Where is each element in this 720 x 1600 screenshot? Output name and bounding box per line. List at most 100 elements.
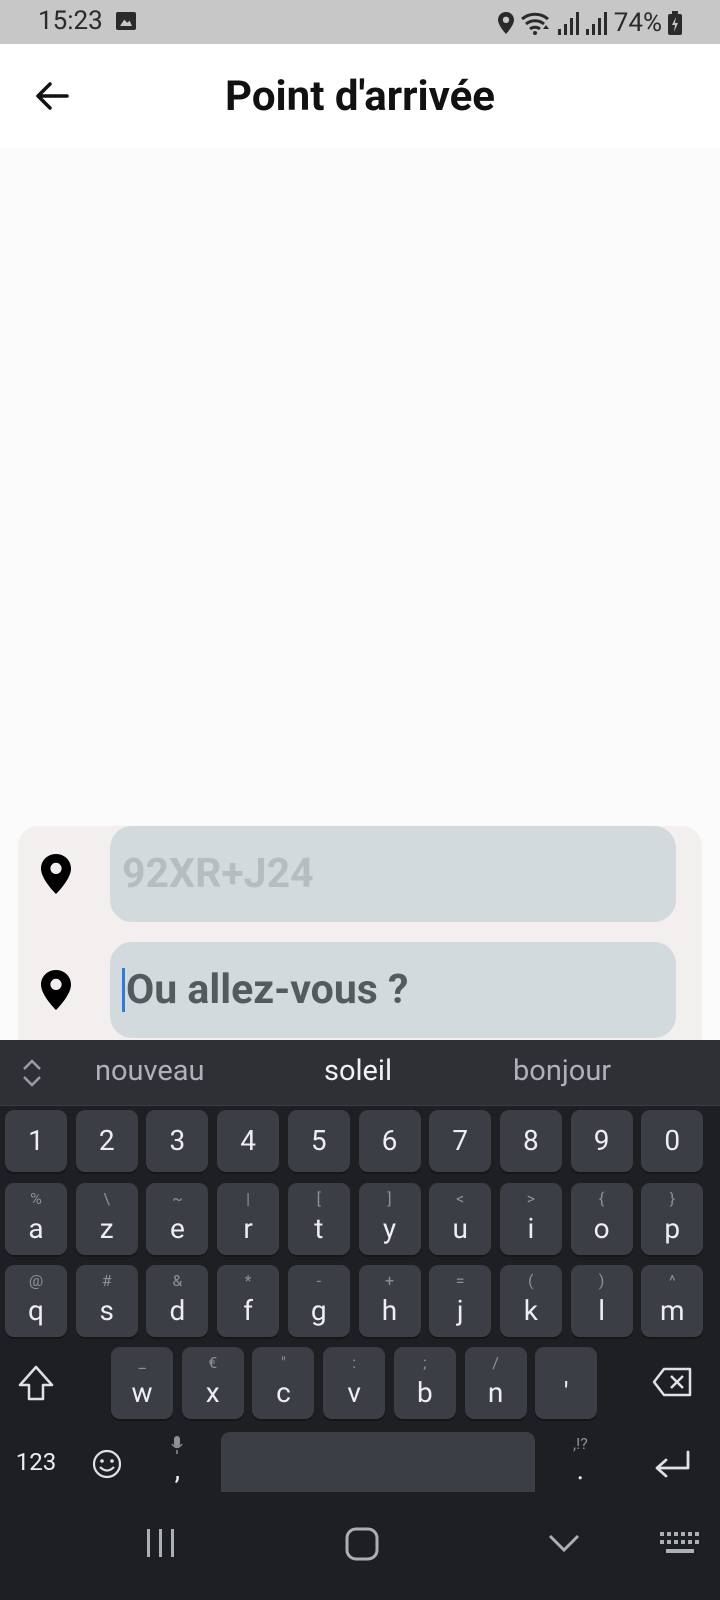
microphone-icon xyxy=(171,1436,184,1454)
key-alt-label: * xyxy=(244,1271,252,1290)
start-point-value: 92XR+J24 xyxy=(122,850,314,898)
keyboard: nouveau soleil bonjour 1 2 3 4 5 6 7 8 9 0% a \ z ~ e |… xyxy=(0,1040,720,1506)
suggestion-bar: nouveau soleil bonjour xyxy=(0,1040,720,1106)
suggestion-1[interactable]: nouveau xyxy=(95,1054,205,1088)
key-label: q xyxy=(28,1294,44,1327)
key-label: s xyxy=(99,1294,114,1327)
key-alt-label: ; xyxy=(423,1353,427,1372)
key-3[interactable]: 3 xyxy=(146,1110,209,1172)
signal-icon xyxy=(585,12,607,35)
enter-key[interactable] xyxy=(641,1428,703,1500)
key-label: e xyxy=(169,1212,185,1245)
key-a[interactable]: % a xyxy=(5,1183,67,1255)
key-alt-label: @ xyxy=(28,1271,44,1290)
key-g[interactable]: -g xyxy=(287,1265,350,1337)
key-label: f xyxy=(243,1294,253,1327)
key-5[interactable]: 5 xyxy=(287,1110,350,1172)
key-p[interactable]: } p xyxy=(641,1183,704,1255)
key-j[interactable]: = j xyxy=(429,1265,492,1337)
key-alt-label: } xyxy=(669,1189,675,1208)
key-n[interactable]: / n xyxy=(464,1347,527,1419)
period-key[interactable]: ,!?. xyxy=(549,1428,611,1500)
key-alt-label: % xyxy=(30,1189,42,1208)
numbers-mode-key[interactable]: 123 xyxy=(5,1428,67,1500)
key-alt-label: : xyxy=(352,1353,357,1372)
destination-field[interactable]: Ou allez-vous ? xyxy=(110,942,676,1038)
key-4[interactable]: 4 xyxy=(217,1110,280,1172)
key-label: a xyxy=(28,1212,44,1245)
key-alt-label: & xyxy=(172,1271,183,1290)
recent-apps-icon[interactable] xyxy=(144,1526,178,1560)
enter-icon xyxy=(655,1450,690,1478)
key-apostrophe[interactable]: ' xyxy=(535,1347,598,1419)
key-h[interactable]: + h xyxy=(358,1265,421,1337)
home-icon[interactable] xyxy=(344,1526,380,1562)
map-area[interactable] xyxy=(0,148,720,828)
backspace-icon xyxy=(653,1367,692,1397)
key-alt-label: ) xyxy=(598,1271,605,1290)
key-q[interactable]: @ q xyxy=(5,1265,67,1337)
key-label: z xyxy=(99,1212,114,1245)
key-alt-label: ( xyxy=(528,1271,534,1290)
shift-key[interactable] xyxy=(5,1347,67,1419)
status-bar: 15:23 74% xyxy=(0,0,720,44)
key-y[interactable]: ] y xyxy=(358,1183,421,1255)
key-6[interactable]: 6 xyxy=(358,1110,421,1172)
key-m[interactable]: ^ m xyxy=(641,1265,704,1337)
key-label: 4 xyxy=(240,1124,256,1157)
key-label: g xyxy=(310,1294,327,1327)
key-alt-label: < xyxy=(456,1189,465,1208)
emoji-icon xyxy=(92,1449,121,1479)
backspace-key[interactable] xyxy=(641,1347,703,1419)
suggestion-3[interactable]: bonjour xyxy=(513,1054,611,1088)
key-x[interactable]: € x xyxy=(181,1347,244,1419)
key-alt-label: / xyxy=(492,1353,499,1372)
key-label: v xyxy=(347,1376,361,1409)
key-2[interactable]: 2 xyxy=(75,1110,138,1172)
key-u[interactable]: < u xyxy=(429,1183,492,1255)
key-alt-label: - xyxy=(316,1271,321,1290)
key-label: i xyxy=(527,1212,535,1245)
key-label: 123 xyxy=(15,1448,57,1476)
key-d[interactable]: & d xyxy=(146,1265,209,1337)
key-r[interactable]: | r xyxy=(217,1183,280,1255)
key-alt-label: ^ xyxy=(668,1271,676,1290)
key-b[interactable]: ; b xyxy=(393,1347,456,1419)
key-alt-label: | xyxy=(246,1189,251,1208)
key-f[interactable]: * f xyxy=(217,1265,280,1337)
key-label: , xyxy=(174,1453,181,1486)
key-o[interactable]: {o xyxy=(570,1183,633,1255)
key-label: p xyxy=(664,1212,681,1245)
key-alt-label: { xyxy=(598,1189,605,1208)
key-v[interactable]: :v xyxy=(323,1347,386,1419)
key-l[interactable]: ) l xyxy=(570,1265,633,1337)
hide-keyboard-icon[interactable] xyxy=(546,1530,582,1556)
key-7[interactable]: 7 xyxy=(429,1110,492,1172)
key-label: 6 xyxy=(381,1124,398,1157)
key-t[interactable]: [t xyxy=(287,1183,350,1255)
wifi-icon xyxy=(520,12,549,35)
key-9[interactable]: 9 xyxy=(570,1110,633,1172)
key-s[interactable]: # s xyxy=(75,1265,138,1337)
comma-key[interactable]: , xyxy=(146,1428,208,1500)
status-time: 15:23 xyxy=(38,6,103,36)
key-w[interactable]: _ w xyxy=(111,1347,174,1419)
key-alt-label: \ xyxy=(103,1189,110,1208)
key-i[interactable]: > i xyxy=(499,1183,562,1255)
key-z[interactable]: \ z xyxy=(75,1183,138,1255)
key-e[interactable]: ~ e xyxy=(146,1183,209,1255)
suggestion-2[interactable]: soleil xyxy=(324,1054,392,1088)
emoji-key[interactable] xyxy=(76,1428,138,1500)
key-8[interactable]: 8 xyxy=(499,1110,562,1172)
key-0[interactable]: 0 xyxy=(641,1110,704,1172)
key-c[interactable]: " c xyxy=(252,1347,315,1419)
key-k[interactable]: (k xyxy=(499,1265,562,1337)
key-1[interactable]: 1 xyxy=(5,1110,67,1172)
key-alt-label: _ xyxy=(138,1353,146,1372)
start-point-field[interactable]: 92XR+J24 xyxy=(110,826,676,922)
battery-charging-icon xyxy=(668,11,682,35)
key-label: 5 xyxy=(310,1124,327,1157)
expand-toolbar-icon[interactable] xyxy=(20,1058,44,1088)
page-title: Point d'arrivée xyxy=(225,72,495,121)
keyboard-switch-icon[interactable] xyxy=(660,1532,700,1556)
